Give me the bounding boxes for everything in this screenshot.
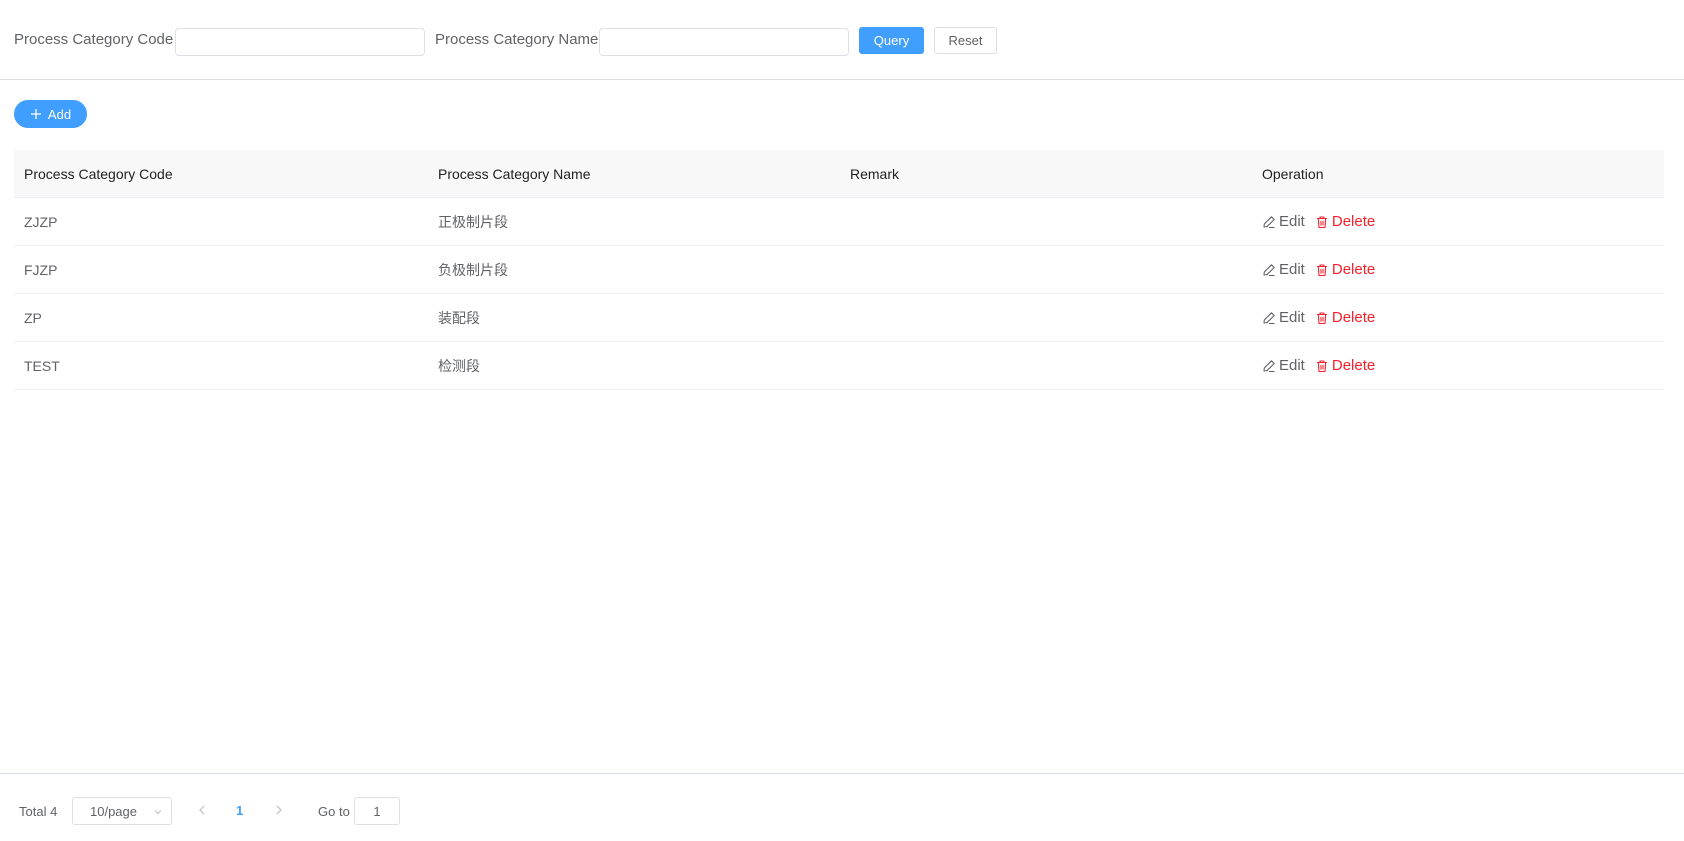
search-bar: Process Category Code Process Category N… <box>0 0 1684 80</box>
chevron-down-icon <box>154 810 162 815</box>
chevron-right-icon[interactable] <box>272 803 286 817</box>
cell-operation: Edit Delete <box>1252 261 1664 278</box>
process-category-table: Process Category Code Process Category N… <box>14 150 1664 390</box>
edit-icon <box>1263 215 1275 228</box>
edit-label: Edit <box>1279 357 1305 374</box>
chevron-left-icon[interactable] <box>195 803 209 817</box>
cell-name: 正极制片段 <box>438 213 508 230</box>
query-button[interactable]: Query <box>859 27 924 54</box>
code-filter-input[interactable] <box>175 28 425 56</box>
delete-label: Delete <box>1331 213 1376 230</box>
name-filter-label: Process Category Name <box>435 31 599 48</box>
delete-label: Delete <box>1331 357 1376 374</box>
delete-button[interactable]: Delete <box>1315 261 1375 278</box>
column-header-operation: Operation <box>1262 165 1324 182</box>
delete-label: Delete <box>1331 309 1376 326</box>
table-header: Process Category Code Process Category N… <box>14 150 1664 198</box>
table-row: TEST 检测段 Edit Delete <box>14 342 1664 390</box>
edit-label: Edit <box>1279 309 1305 326</box>
edit-button[interactable]: Edit <box>1262 261 1305 278</box>
cell-code: ZP <box>24 309 42 326</box>
cell-operation: Edit Delete <box>1252 213 1664 230</box>
add-button-label: Add <box>47 106 72 122</box>
goto-page-input[interactable] <box>354 797 400 825</box>
page-size-value: 10/page <box>90 803 137 819</box>
cell-code: FJZP <box>24 261 58 278</box>
goto-label: Go to <box>318 804 350 819</box>
edit-button[interactable]: Edit <box>1262 213 1305 230</box>
pagination-total: Total 4 <box>19 804 58 819</box>
trash-icon <box>1316 263 1327 276</box>
table-row: FJZP 负极制片段 Edit Delete <box>14 246 1664 294</box>
cell-operation: Edit Delete <box>1252 309 1664 326</box>
table-row: ZP 装配段 Edit Delete <box>14 294 1664 342</box>
column-header-remark: Remark <box>850 165 900 182</box>
edit-label: Edit <box>1279 213 1305 230</box>
plus-icon <box>30 109 41 119</box>
cell-operation: Edit Delete <box>1252 357 1664 374</box>
cell-code: TEST <box>24 357 60 374</box>
edit-button[interactable]: Edit <box>1262 357 1305 374</box>
page-size-select[interactable]: 10/page <box>72 797 172 825</box>
trash-icon <box>1316 215 1327 228</box>
column-header-code: Process Category Code <box>24 165 173 182</box>
table-row: ZJZP 正极制片段 Edit Delete <box>14 198 1664 246</box>
cell-name: 负极制片段 <box>438 261 508 278</box>
edit-label: Edit <box>1279 261 1305 278</box>
delete-button[interactable]: Delete <box>1315 309 1375 326</box>
cell-code: ZJZP <box>24 213 58 230</box>
page-number-current[interactable]: 1 <box>236 803 243 818</box>
edit-icon <box>1263 263 1275 276</box>
table-body: ZJZP 正极制片段 Edit Delete FJZP 负极制片段 Edit Delete ZP… <box>14 198 1664 390</box>
edit-icon <box>1263 311 1275 324</box>
name-filter-input[interactable] <box>599 28 849 56</box>
delete-button[interactable]: Delete <box>1315 213 1375 230</box>
column-header-name: Process Category Name <box>438 165 591 182</box>
cell-name: 检测段 <box>438 357 480 374</box>
edit-icon <box>1263 359 1275 372</box>
add-button[interactable]: Add <box>14 100 87 128</box>
edit-button[interactable]: Edit <box>1262 309 1305 326</box>
delete-button[interactable]: Delete <box>1315 357 1375 374</box>
pagination: Total 4 10/page 1 Go to <box>0 773 1684 841</box>
trash-icon <box>1316 359 1327 372</box>
code-filter-label: Process Category Code <box>14 31 174 48</box>
cell-name: 装配段 <box>438 309 480 326</box>
reset-button[interactable]: Reset <box>934 27 997 54</box>
delete-label: Delete <box>1331 261 1376 278</box>
trash-icon <box>1316 311 1327 324</box>
